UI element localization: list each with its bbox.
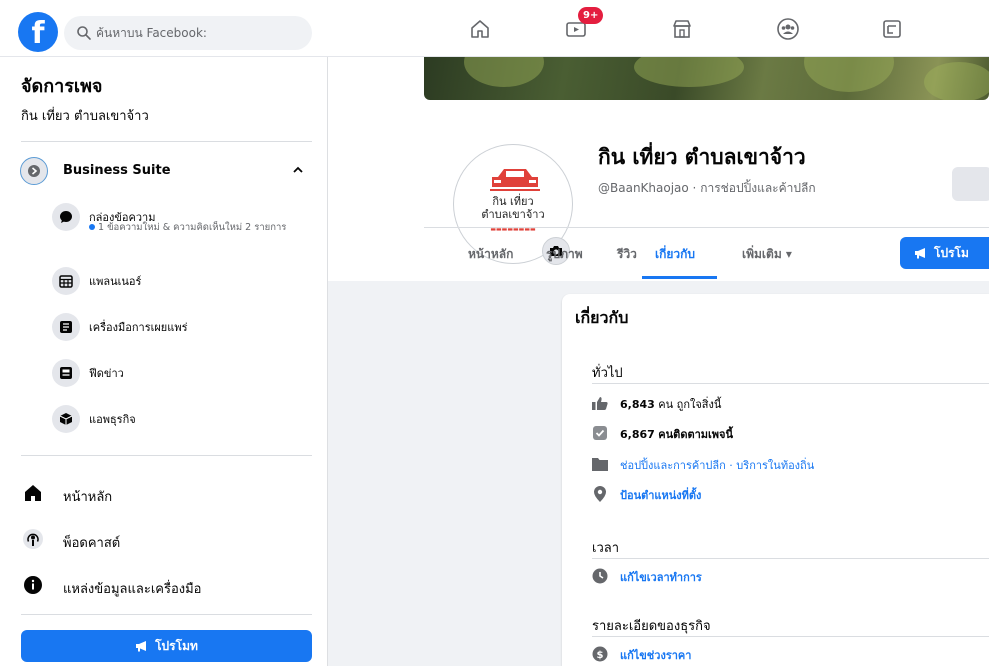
sidebar-item-label: ฟีดข่าว [89, 367, 124, 380]
unread-dot [89, 224, 95, 230]
followers-label: คนติดตามเพจนี้ [658, 428, 734, 441]
general-section-title: ทั่วไป [592, 366, 623, 381]
sidebar-item-planner[interactable]: แพลนเนอร์ [52, 267, 312, 295]
likes-row: 6,843 คน ถูกใจสิ่งนี้ [592, 394, 982, 412]
megaphone-icon [915, 248, 925, 259]
sidebar-item-label: พ็อดคาสต์ [63, 536, 121, 551]
info-icon [21, 573, 45, 597]
notification-badge: 9+ [578, 7, 604, 24]
tab-photos[interactable]: รูปภาพ [546, 245, 583, 264]
promote-button[interactable]: โปรโมท [21, 630, 312, 662]
search-icon [77, 26, 91, 40]
home-icon [471, 20, 489, 38]
business-apps-icon [52, 405, 80, 433]
nav-gaming[interactable] [876, 14, 908, 44]
news-feed-icon [52, 359, 80, 387]
svg-text:$: $ [597, 650, 604, 661]
marketplace-icon [673, 20, 691, 38]
search-input[interactable] [96, 16, 304, 50]
divider [592, 383, 989, 384]
divider [424, 227, 989, 228]
folder-icon [592, 456, 608, 472]
active-tab-indicator [642, 276, 717, 279]
tab-more[interactable]: เพิ่มเติม ▾ [742, 245, 792, 264]
business-suite-row[interactable]: Business Suite [18, 155, 314, 187]
about-title: เกี่ยวกับ [575, 308, 629, 327]
groups-icon [777, 18, 799, 40]
tab-home[interactable]: หน้าหลัก [468, 245, 513, 264]
facebook-logo-icon[interactable]: f [18, 12, 58, 52]
sidebar-item-home[interactable]: หน้าหลัก [21, 478, 311, 508]
business-suite-label: Business Suite [63, 163, 171, 178]
likes-label: คน ถูกใจสิ่งนี้ [658, 398, 722, 411]
clock-icon [592, 568, 608, 584]
megaphone-icon [136, 641, 147, 652]
divider [592, 636, 989, 637]
hours-row[interactable]: แก้ไขเวลาทำการ [592, 567, 982, 585]
sidebar-item-inbox[interactable]: กล่องข้อความ 1 ข้อความใหม่ & ความคิดเห็น… [52, 203, 312, 243]
about-card: เกี่ยวกับ ทั่วไป 6,843 คน ถูกใจสิ่งนี้ 6… [562, 294, 989, 666]
sidebar-item-news-feed[interactable]: ฟีดข่าว [52, 359, 312, 387]
page-handle-category: @BaanKhaojao · การช่อปปิ้งและค้าปลีก [598, 181, 816, 195]
edit-hours-link[interactable]: แก้ไขเวลาทำการ [620, 568, 702, 586]
gaming-icon [883, 20, 901, 38]
price-icon: $ [592, 646, 608, 662]
promote-label: โปรโมท [155, 638, 198, 653]
sidebar-item-label: แหล่งข้อมูลและเครื่องมือ [63, 582, 202, 597]
top-bar: f 9+ [0, 0, 989, 57]
chevron-up-icon[interactable] [292, 163, 304, 177]
cover-photo[interactable] [424, 57, 989, 100]
business-suite-icon [20, 157, 48, 185]
page-header: กิน เที่ยว ตำบลเขาจ้าว ▬▬▬▬▬▬▬▬ กิน เที่ย… [328, 57, 989, 281]
inbox-notification-text: 1 ข้อความใหม่ & ความคิดเห็นใหม่ 2 รายการ [89, 222, 309, 233]
sidebar-item-podcast[interactable]: พ็อดคาสต์ [21, 524, 311, 554]
home-icon [21, 481, 45, 505]
promote-header-button[interactable]: โปรโม [900, 237, 989, 269]
location-pin-icon [592, 486, 608, 502]
nav-home[interactable] [464, 14, 496, 44]
category-link[interactable]: ช่อปปิ้งและการค้าปลีก · บริการในท้องถิ่น [620, 456, 814, 474]
divider [592, 558, 989, 559]
promote-label: โปรโม [934, 245, 969, 260]
calendar-icon [52, 267, 80, 295]
chat-bubble-icon [52, 203, 80, 231]
tab-about[interactable]: เกี่ยวกับ [655, 245, 695, 264]
sidebar-item-publishing-tools[interactable]: เครื่องมือการเผยแพร่ [52, 313, 312, 341]
divider [21, 455, 312, 456]
tab-reviews[interactable]: รีวิว [617, 245, 637, 264]
hours-section-title: เวลา [592, 541, 620, 556]
sidebar-item-label: หน้าหลัก [63, 490, 113, 505]
page-title: กิน เที่ยว ตำบลเขาจ้าว [598, 145, 806, 169]
followers-row: 6,867 คนติดตามเพจนี้ [592, 424, 982, 442]
location-row[interactable]: ป้อนตำแหน่งที่ตั้ง [592, 485, 982, 503]
sidebar-item-business-apps[interactable]: แอพธุรกิจ [52, 405, 312, 433]
enter-location-link[interactable]: ป้อนตำแหน่งที่ตั้ง [620, 486, 701, 504]
likes-count: 6,843 [620, 398, 655, 411]
nav-groups[interactable] [772, 14, 804, 44]
podcast-icon [21, 527, 45, 551]
manage-page-sidebar: จัดการเพจ กิน เที่ยว ตำบลเขาจ้าว Busines… [0, 57, 328, 666]
sidebar-page-name: กิน เที่ยว ตำบลเขาจ้าว [21, 109, 149, 124]
search-box[interactable] [64, 16, 312, 50]
price-row[interactable]: $ แก้ไขช่วงราคา [592, 645, 982, 663]
business-details-section-title: รายละเอียดของธุรกิจ [592, 619, 711, 634]
sidebar-item-label: แอพธุรกิจ [89, 413, 136, 426]
nav-marketplace[interactable] [666, 14, 698, 44]
sidebar-title: จัดการเพจ [21, 76, 103, 97]
publishing-tools-icon [52, 313, 80, 341]
sidebar-item-resources[interactable]: แหล่งข้อมูลและเครื่องมือ [21, 570, 311, 600]
sidebar-item-label: เครื่องมือการเผยแพร่ [89, 321, 188, 334]
thumbs-up-icon [592, 395, 608, 411]
category-row[interactable]: ช่อปปิ้งและการค้าปลีก · บริการในท้องถิ่น [592, 455, 982, 473]
car-icon [490, 169, 540, 191]
sidebar-item-label: แพลนเนอร์ [89, 275, 142, 288]
edit-price-range-link[interactable]: แก้ไขช่วงราคา [620, 646, 691, 664]
follow-check-icon [592, 425, 608, 441]
divider [21, 141, 312, 142]
divider [21, 614, 312, 615]
action-button[interactable] [952, 167, 989, 201]
followers-count: 6,867 [620, 428, 655, 441]
avatar-title: กิน เที่ยว ตำบลเขาจ้าว [481, 195, 545, 221]
